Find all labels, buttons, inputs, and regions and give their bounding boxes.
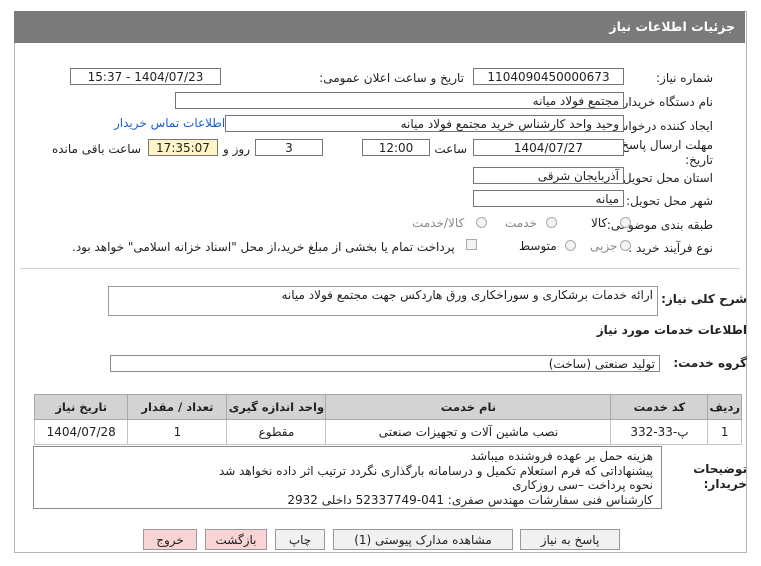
back-button[interactable]: بازگشت	[205, 529, 267, 550]
notes-label: توضیحات	[693, 462, 747, 476]
creator-field: وحید واحد کارشناس خرید مجتمع فولاد میانه	[225, 115, 624, 132]
attachments-button[interactable]: مشاهده مدارک پیوستی (1)	[333, 529, 513, 550]
process-label: نوع فرآیند خرید :	[628, 241, 713, 255]
cell-unit: مقطوع	[226, 419, 327, 445]
remaining-label: ساعت باقی مانده	[51, 142, 141, 156]
service-group-label: گروه خدمت:	[673, 356, 747, 370]
treasury-text: پرداخت تمام یا بخشی از مبلغ خرید،از محل …	[72, 240, 455, 254]
col-code: کد خدمت	[610, 394, 709, 420]
buyer-contact-link[interactable]: اطلاعات تماس خریدار	[114, 116, 225, 130]
buyer-notes: هزینه حمل بر عهده فروشنده میباشد پیشنهاد…	[33, 446, 662, 509]
need-number-field: 1104090450000673	[473, 68, 624, 85]
notes-line: پیشنهاداتی که فرم استعلام تکمیل و درساما…	[218, 463, 653, 478]
days-label: روز و	[223, 142, 250, 156]
category-goods-radio[interactable]	[620, 217, 631, 228]
process-medium-radio[interactable]	[565, 240, 576, 251]
buyer-org-label: نام دستگاه خریدار:	[618, 95, 714, 109]
panel-header: جزئیات اطلاعات نیاز	[14, 11, 745, 43]
col-date: تاریخ نیاز	[33, 394, 129, 420]
city-label: شهر محل تحویل:	[626, 194, 713, 208]
description-label: شرح کلی نیاز:	[661, 292, 747, 306]
divider	[20, 268, 740, 269]
cell-code: پ-33-332	[610, 419, 709, 445]
page-title: جزئیات اطلاعات نیاز	[609, 19, 735, 34]
deadline-time-label: ساعت	[434, 142, 467, 156]
city-field: میانه	[473, 190, 624, 207]
service-group-field: تولید صنعتی (ساخت)	[110, 355, 660, 372]
deadline-date-field: 1404/07/27	[473, 139, 624, 156]
notes-line: کارشناس فنی سفارشات مهندس صفری: 041-5233…	[287, 492, 653, 507]
province-field: آذربایجان شرقی	[473, 167, 624, 184]
table-row: 1 پ-33-332 نصب ماشین آلات و تجهیزات صنعت…	[33, 419, 742, 445]
cell-name: نصب ماشین آلات و تجهیزات صنعتی	[325, 419, 612, 445]
col-name: نام خدمت	[325, 394, 612, 420]
col-row: ردیف	[707, 394, 742, 420]
deadline-label-date: تاریخ:	[685, 153, 713, 167]
deadline-time-field: 12:00	[362, 139, 430, 156]
cell-qty: 1	[127, 419, 228, 445]
province-label: استان محل تحویل:	[618, 171, 713, 185]
col-unit: واحد اندازه گیری	[226, 394, 327, 420]
print-button[interactable]: چاپ	[275, 529, 325, 550]
notes-line: هزینه حمل بر عهده فروشنده میباشد	[470, 449, 653, 463]
category-service-radio[interactable]	[546, 217, 557, 228]
category-both-radio[interactable]	[476, 217, 487, 228]
announce-field: 1404/07/23 - 15:37	[70, 68, 221, 85]
announce-label: تاریخ و ساعت اعلان عمومی:	[319, 71, 464, 85]
table-header-row: ردیف کد خدمت نام خدمت واحد اندازه گیری ت…	[33, 394, 742, 420]
services-section-title: اطلاعات خدمات مورد نیاز	[596, 323, 747, 337]
treasury-checkbox[interactable]	[466, 239, 477, 250]
days-field: 3	[255, 139, 323, 156]
description-field: ارائه خدمات برشکاری و سوراخکاری ورق هارد…	[108, 286, 658, 316]
notes-line: نحوه پرداخت –سی روزکاری	[512, 478, 653, 492]
process-medium-label: متوسط	[519, 239, 557, 253]
remaining-time-field: 17:35:07	[148, 139, 218, 156]
exit-button[interactable]: خروج	[143, 529, 197, 550]
cell-date: 1404/07/28	[33, 419, 129, 445]
services-table: ردیف کد خدمت نام خدمت واحد اندازه گیری ت…	[33, 394, 742, 445]
col-qty: تعداد / مقدار	[127, 394, 228, 420]
reply-button[interactable]: پاسخ به نیاز	[520, 529, 620, 550]
notes-label-buyer: خریدار:	[703, 477, 747, 491]
need-number-label: شماره نیاز:	[656, 71, 713, 85]
process-minor-radio[interactable]	[620, 240, 631, 251]
process-minor-label: جزیی	[590, 239, 618, 253]
category-both-label: کالا/خدمت	[412, 216, 465, 230]
category-goods-label: کالا	[591, 216, 608, 230]
category-service-label: خدمت	[505, 216, 537, 230]
cell-row: 1	[707, 419, 742, 445]
buyer-org-field: مجتمع فولاد میانه	[175, 92, 624, 109]
